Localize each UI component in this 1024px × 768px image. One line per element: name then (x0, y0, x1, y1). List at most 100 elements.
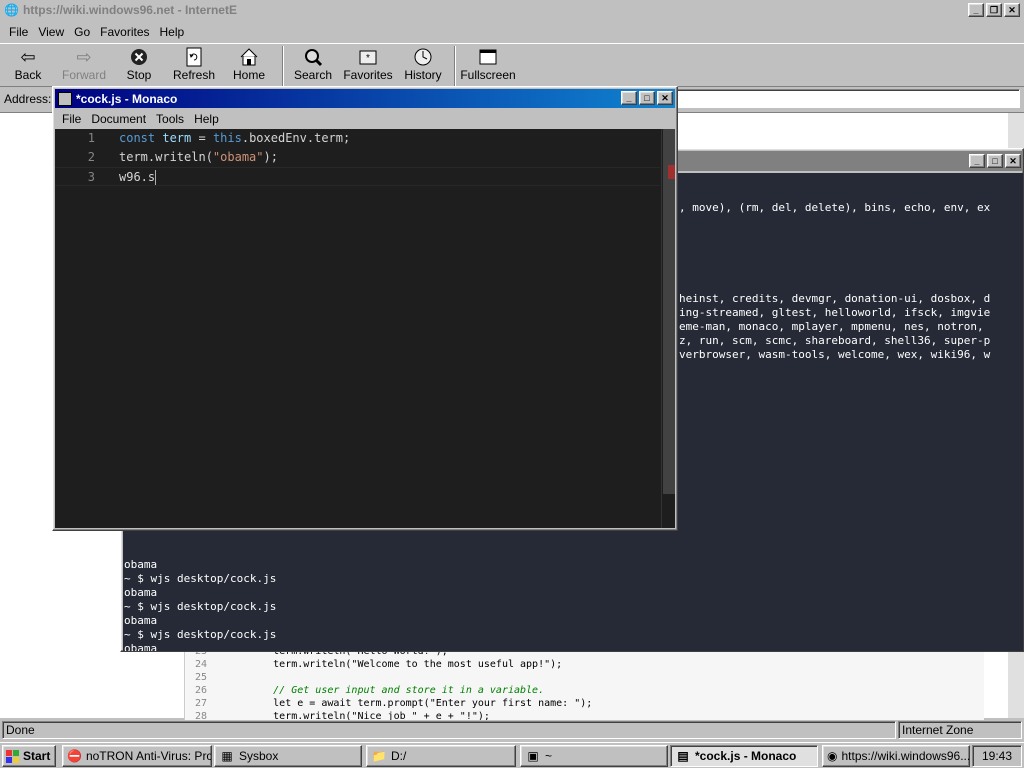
editor-line-code: const term = this.boxedEnv.term; (119, 129, 350, 148)
home-icon (238, 46, 260, 68)
back-button[interactable]: ⇦ Back (0, 46, 56, 86)
code-row: 27 let e = await term.prompt("Enter your… (185, 697, 984, 710)
editor-line-number: 3 (87, 170, 95, 184)
taskbar-clock: 19:43 (972, 745, 1022, 767)
folder-icon: 📁 (371, 749, 387, 763)
monaco-menubar: File Document Tools Help (55, 110, 675, 128)
code-line-text: let e = await term.prompt("Enter your fi… (225, 698, 593, 709)
code-token: w96.s (119, 170, 156, 184)
close-button[interactable]: ✕ (1004, 3, 1020, 17)
editor-line: 2 term.writeln("obama"); (55, 148, 660, 167)
monaco-titlebar[interactable]: *cock.js - Monaco _ □ ✕ (55, 89, 675, 108)
svg-text:*: * (366, 53, 370, 64)
code-token: term.writeln( (119, 150, 213, 164)
refresh-icon (183, 46, 205, 68)
favorites-folder-icon: * (357, 46, 379, 68)
minimize-button[interactable]: _ (968, 3, 984, 17)
code-token: const (119, 131, 163, 145)
editor-scroll-thumb[interactable] (663, 129, 675, 494)
menu-view[interactable]: View (33, 25, 69, 39)
code-token: = (191, 131, 213, 145)
menu-help[interactable]: Help (189, 112, 224, 126)
menu-file[interactable]: File (4, 25, 33, 39)
code-line-text: term.writeln("Nice job " + e + "!"); (225, 711, 490, 720)
terminal-line: ~ $ wjs desktop/cock.js (124, 628, 277, 641)
editor-line-number: 1 (87, 131, 95, 145)
terminal-line: obama (124, 586, 158, 599)
wiki-code-block: 23 term.writeln("Hello World!"); 24 term.… (184, 648, 984, 720)
menu-document[interactable]: Document (86, 112, 151, 126)
browser-title: https://wiki.windows96.net - InternetE (22, 3, 237, 17)
address-label: Address: (4, 92, 52, 106)
maximize-button[interactable]: □ (987, 154, 1003, 168)
minimize-button[interactable]: _ (969, 154, 985, 168)
fullscreen-button[interactable]: Fullscreen (459, 46, 517, 86)
terminal-line: , move), (rm, del, delete), bins, echo, … (679, 201, 991, 214)
restore-button[interactable]: ❐ (986, 3, 1002, 17)
menu-tools[interactable]: Tools (151, 112, 189, 126)
code-line-number: 28 (194, 711, 207, 720)
forward-button[interactable]: ⇨ Forward (56, 46, 112, 86)
editor-line-number: 2 (87, 150, 95, 164)
taskbar-item-label: ~ (545, 749, 553, 763)
history-button[interactable]: History (395, 46, 451, 86)
favorites-button[interactable]: * Favorites (340, 46, 396, 86)
terminal-line: obama (124, 642, 158, 651)
browser-titlebar[interactable]: 🌐 https://wiki.windows96.net - InternetE… (0, 0, 1024, 20)
close-button[interactable]: ✕ (1005, 154, 1021, 168)
code-line-text: term.writeln("Welcome to the most useful… (225, 659, 563, 670)
code-editor[interactable]: 1 const term = this.boxedEnv.term; 2 term.w… (55, 129, 675, 528)
editor-line-code: term.writeln("obama"); (119, 148, 278, 167)
browser-icon: ◉ (827, 749, 838, 763)
windows-logo-icon (6, 749, 19, 763)
menu-file[interactable]: File (57, 112, 86, 126)
taskbar-item[interactable]: ⛔noTRON Anti-Virus: Prof... (62, 745, 212, 767)
monaco-window: *cock.js - Monaco _ □ ✕ File Document To… (52, 86, 678, 531)
code-line-number: 25 (194, 672, 207, 683)
taskbar-item[interactable]: ▤ *cock.js - Monaco (670, 745, 818, 767)
maximize-button[interactable]: □ (639, 91, 655, 105)
home-button[interactable]: Home (221, 46, 277, 86)
menu-go[interactable]: Go (69, 25, 95, 39)
stop-button[interactable]: Stop (111, 46, 167, 86)
refresh-button[interactable]: Refresh (166, 46, 222, 86)
taskbar-item-label: D:/ (391, 749, 407, 763)
editor-line: 3 w96.s (55, 167, 660, 186)
taskbar-item[interactable]: ◉ https://wiki.windows96... (822, 745, 970, 767)
toolbar-separator (454, 46, 456, 86)
monaco-app-icon (58, 91, 72, 106)
taskbar-item[interactable]: ▦ Sysbox (214, 745, 362, 767)
minimize-button[interactable]: _ (621, 91, 637, 105)
start-button[interactable]: Start (2, 745, 56, 767)
taskbar-item-label: *cock.js - Monaco (695, 749, 797, 763)
status-text: Done (2, 721, 896, 739)
text-caret (155, 170, 157, 185)
taskbar-item[interactable]: ▣ ~ (520, 745, 668, 767)
code-row: 28 term.writeln("Nice job " + e + "!"); (185, 710, 984, 720)
search-icon (302, 46, 324, 68)
code-line-number: 24 (194, 659, 207, 670)
menu-help[interactable]: Help (155, 25, 190, 39)
browser-menubar: File View Go Favorites Help (0, 22, 1024, 42)
close-button[interactable]: ✕ (657, 91, 673, 105)
toolbar-separator (282, 46, 284, 86)
editor-line: 1 const term = this.boxedEnv.term; (55, 129, 660, 148)
code-line-text: // Get user input and store it in a vari… (225, 685, 545, 696)
status-zone: Internet Zone (898, 721, 1022, 739)
browser-statusbar: Done Internet Zone (0, 720, 1024, 740)
back-arrow-icon: ⇦ (20, 46, 36, 67)
taskbar-item[interactable]: 📁 D:/ (366, 745, 516, 767)
stop-icon (128, 46, 150, 68)
terminal-icon: ▣ (527, 749, 539, 763)
taskbar-item-label: Sysbox (239, 749, 279, 763)
search-button[interactable]: Search (285, 46, 341, 86)
code-token: this (212, 131, 242, 145)
terminal-line: eme-man, monaco, mplayer, mpmenu, nes, n… (679, 320, 984, 333)
editor-scrollbar[interactable] (661, 129, 675, 528)
taskbar-item-label: https://wiki.windows96... (841, 749, 970, 763)
terminal-line: ~ $ wjs desktop/cock.js (124, 572, 277, 585)
code-row: 25 (185, 671, 984, 684)
code-token: .boxedEnv.term; (241, 131, 351, 145)
menu-favorites[interactable]: Favorites (95, 25, 154, 39)
browser-app-icon: 🌐 (4, 3, 19, 17)
